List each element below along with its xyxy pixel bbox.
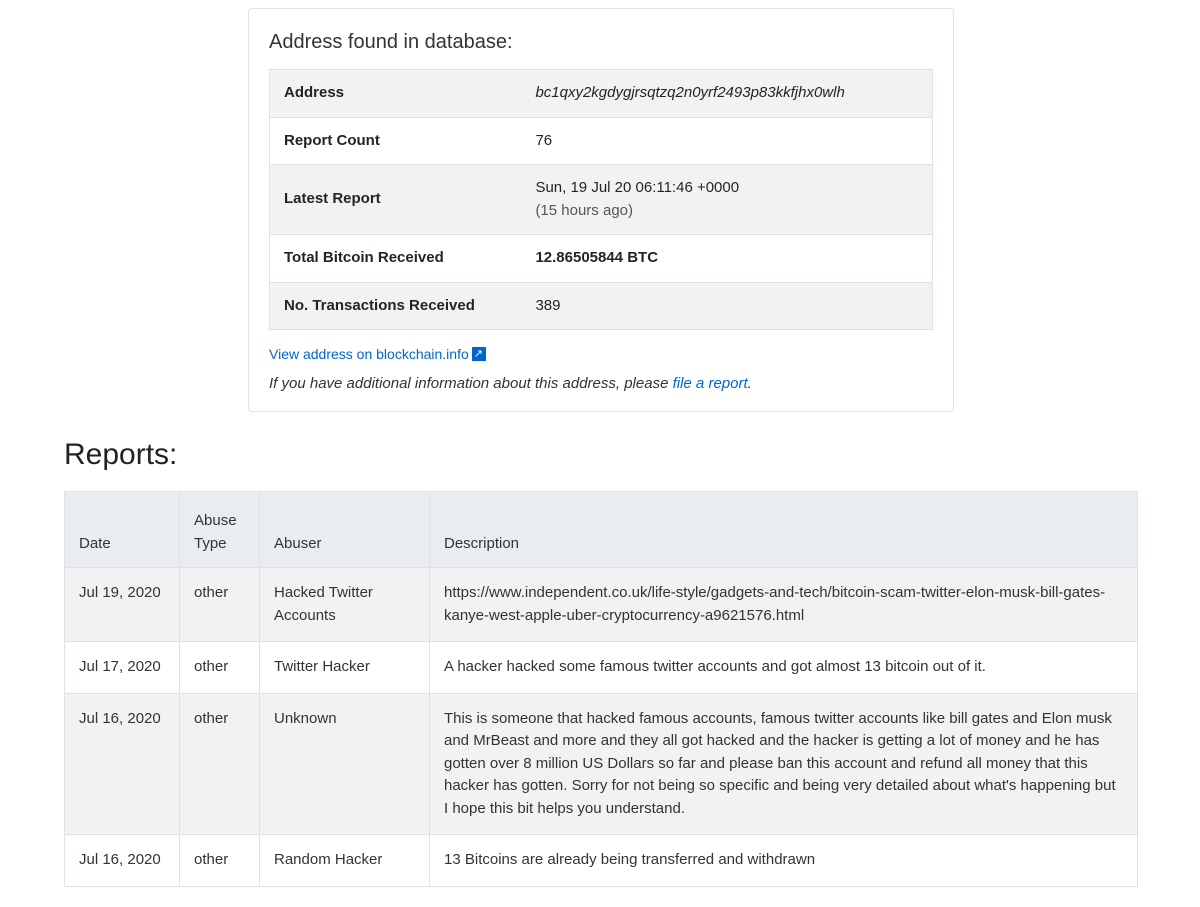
note-prefix: If you have additional information about… xyxy=(269,375,673,392)
reports-heading: Reports: xyxy=(64,432,1200,477)
cell-desc: This is someone that hacked famous accou… xyxy=(430,693,1138,835)
address-info-table: Addressbc1qxy2kgdygjrsqtzq2n0yrf2493p83k… xyxy=(269,69,933,330)
cell-abuser: Unknown xyxy=(260,693,430,835)
info-label: Total Bitcoin Received xyxy=(270,235,522,283)
cell-date: Jul 16, 2020 xyxy=(65,835,180,887)
table-row: Jul 17, 2020otherTwitter HackerA hacker … xyxy=(65,642,1138,694)
external-link-icon xyxy=(472,347,486,361)
info-row: Total Bitcoin Received12.86505844 BTC xyxy=(270,235,933,283)
info-value: 12.86505844 BTC xyxy=(521,235,932,283)
info-row: Report Count76 xyxy=(270,117,933,165)
table-row: Jul 16, 2020otherUnknownThis is someone … xyxy=(65,693,1138,835)
col-date: Date xyxy=(65,492,180,568)
file-report-link[interactable]: file a report xyxy=(673,375,748,392)
table-row: Jul 19, 2020otherHacked Twitter Accounts… xyxy=(65,568,1138,642)
info-row: Latest ReportSun, 19 Jul 20 06:11:46 +00… xyxy=(270,165,933,235)
blockchain-link[interactable]: View address on blockchain.info xyxy=(269,346,469,362)
info-value: 389 xyxy=(521,282,932,330)
reports-table: Date Abuse Type Abuser Description Jul 1… xyxy=(64,491,1138,887)
cell-desc: A hacker hacked some famous twitter acco… xyxy=(430,642,1138,694)
reports-header-row: Date Abuse Type Abuser Description xyxy=(65,492,1138,568)
info-label: Address xyxy=(270,70,522,118)
cell-type: other xyxy=(180,835,260,887)
info-label: Latest Report xyxy=(270,165,522,235)
cell-desc: 13 Bitcoins are already being transferre… xyxy=(430,835,1138,887)
cell-abuser: Hacked Twitter Accounts xyxy=(260,568,430,642)
info-value: Sun, 19 Jul 20 06:11:46 +0000(15 hours a… xyxy=(521,165,932,235)
cell-abuser: Random Hacker xyxy=(260,835,430,887)
cell-desc: https://www.independent.co.uk/life-style… xyxy=(430,568,1138,642)
cell-date: Jul 19, 2020 xyxy=(65,568,180,642)
cell-date: Jul 16, 2020 xyxy=(65,693,180,835)
cell-type: other xyxy=(180,568,260,642)
card-title: Address found in database: xyxy=(269,27,933,57)
cell-abuser: Twitter Hacker xyxy=(260,642,430,694)
cell-type: other xyxy=(180,642,260,694)
info-label: No. Transactions Received xyxy=(270,282,522,330)
note-suffix: . xyxy=(748,375,752,392)
col-abuse-type: Abuse Type xyxy=(180,492,260,568)
info-row: Addressbc1qxy2kgdygjrsqtzq2n0yrf2493p83k… xyxy=(270,70,933,118)
cell-type: other xyxy=(180,693,260,835)
address-info-card: Address found in database: Addressbc1qxy… xyxy=(248,8,954,412)
info-label: Report Count xyxy=(270,117,522,165)
table-row: Jul 16, 2020otherRandom Hacker13 Bitcoin… xyxy=(65,835,1138,887)
col-description: Description xyxy=(430,492,1138,568)
file-report-note: If you have additional information about… xyxy=(269,373,933,396)
col-abuser: Abuser xyxy=(260,492,430,568)
info-row: No. Transactions Received389 xyxy=(270,282,933,330)
cell-date: Jul 17, 2020 xyxy=(65,642,180,694)
info-value: bc1qxy2kgdygjrsqtzq2n0yrf2493p83kkfjhx0w… xyxy=(521,70,932,118)
info-value: 76 xyxy=(521,117,932,165)
